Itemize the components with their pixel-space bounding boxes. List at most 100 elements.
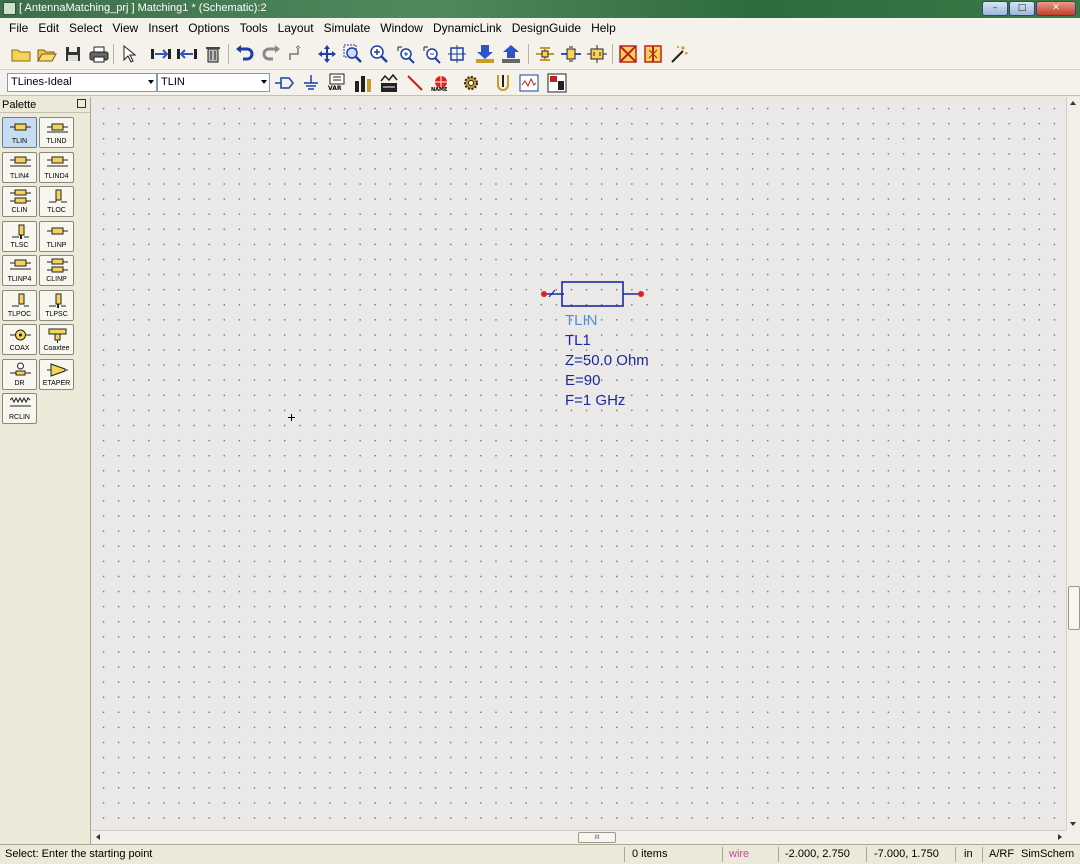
- menu-file[interactable]: File: [4, 18, 33, 38]
- pin-2-icon[interactable]: [638, 291, 644, 297]
- scroll-down-icon[interactable]: [1070, 822, 1076, 826]
- print-icon[interactable]: [88, 43, 110, 65]
- menu-designguide[interactable]: DesignGuide: [507, 18, 586, 38]
- menu-window[interactable]: Window: [375, 18, 428, 38]
- tlin-component[interactable]: [537, 279, 647, 309]
- vertical-scroll-thumb[interactable]: [1068, 586, 1080, 630]
- display-template-icon[interactable]: [378, 72, 400, 94]
- component-select[interactable]: TLIN: [157, 73, 270, 92]
- wire-icon[interactable]: [404, 72, 426, 94]
- insert-pin-icon[interactable]: [560, 43, 582, 65]
- coupled-line-icon: [47, 258, 68, 273]
- float-window-icon[interactable]: [77, 99, 86, 108]
- palette-item-tlinp4[interactable]: TLINP4: [2, 255, 37, 286]
- palette-item-label: TLINP: [46, 242, 67, 249]
- status-mode: wire: [729, 848, 750, 860]
- component-impedance-param[interactable]: Z=50.0 Ohm: [565, 351, 649, 371]
- palette-item-coaxtee[interactable]: Coaxtee: [39, 324, 74, 355]
- zoom-area-icon[interactable]: [446, 43, 468, 65]
- move-wire-icon[interactable]: [176, 43, 198, 65]
- insert-component-icon[interactable]: [586, 43, 608, 65]
- insert-port-icon[interactable]: [534, 43, 556, 65]
- palette-item-label: CLIN: [11, 207, 28, 214]
- palette-item-dr[interactable]: DR: [2, 359, 37, 390]
- palette-item-tloc[interactable]: TLOC: [39, 186, 74, 217]
- scroll-left-icon[interactable]: [96, 834, 100, 840]
- scroll-up-icon[interactable]: [1070, 101, 1076, 105]
- horizontal-scroll-thumb[interactable]: III: [578, 832, 616, 843]
- delete-trash-icon[interactable]: [202, 43, 224, 65]
- menu-simulate[interactable]: Simulate: [319, 18, 376, 38]
- palette-item-tlpoc[interactable]: TLPOC: [2, 290, 37, 321]
- status-item-count: 0 items: [632, 848, 668, 860]
- palette-item-tlsc[interactable]: TLSC: [2, 221, 37, 252]
- zoom-in-point-icon[interactable]: [394, 43, 416, 65]
- menu-view[interactable]: View: [107, 18, 143, 38]
- palette-item-tlin[interactable]: TLIN: [2, 117, 37, 148]
- menu-dynamiclink[interactable]: DynamicLink: [428, 18, 507, 38]
- component-instance-label[interactable]: TL1: [565, 331, 591, 351]
- tuning-icon[interactable]: [492, 72, 514, 94]
- open-folder-icon[interactable]: [36, 43, 58, 65]
- new-icon[interactable]: [10, 43, 32, 65]
- pan-move-icon[interactable]: [316, 43, 338, 65]
- redo-icon[interactable]: [260, 43, 282, 65]
- palette-item-tlind4[interactable]: TLIND4: [39, 152, 74, 183]
- undo-icon[interactable]: [234, 43, 256, 65]
- ground-icon[interactable]: [300, 72, 322, 94]
- palette-item-label: TLIND: [46, 138, 67, 145]
- palette-item-rclin[interactable]: RCLIN: [2, 393, 37, 424]
- move-component-icon[interactable]: [150, 43, 172, 65]
- menu-help[interactable]: Help: [586, 18, 621, 38]
- minimize-button[interactable]: –: [982, 1, 1008, 16]
- simulate-gear-icon[interactable]: [460, 72, 482, 94]
- menu-options[interactable]: Options: [183, 18, 234, 38]
- menu-layout[interactable]: Layout: [273, 18, 319, 38]
- palette-item-tlin4[interactable]: TLIN4: [2, 152, 37, 183]
- palette-item-label: TLINP4: [7, 276, 32, 283]
- layout-window-icon[interactable]: [546, 72, 568, 94]
- schematic-canvas[interactable]: TLIN TL1 Z=50.0 Ohm E=90 F=1 GHz: [92, 97, 1066, 830]
- insert-port-connector-icon[interactable]: [274, 72, 296, 94]
- close-button[interactable]: ✕: [1036, 1, 1076, 16]
- push-into-hierarchy-icon[interactable]: [474, 43, 496, 65]
- horizontal-scrollbar[interactable]: III: [92, 830, 1066, 844]
- pop-out-hierarchy-icon[interactable]: [500, 43, 522, 65]
- library-select[interactable]: TLines-Ideal: [7, 73, 157, 92]
- var-equation-icon[interactable]: VAR: [326, 72, 348, 94]
- menu-edit[interactable]: Edit: [33, 18, 64, 38]
- palette-item-tlinp[interactable]: TLINP: [39, 221, 74, 252]
- component-frequency-param[interactable]: F=1 GHz: [565, 391, 625, 411]
- app-icon[interactable]: [3, 2, 16, 15]
- palette-item-label: TLPOC: [7, 311, 32, 318]
- palette-item-clinp[interactable]: CLINP: [39, 255, 74, 286]
- palette-item-clin[interactable]: CLIN: [2, 186, 37, 217]
- maximize-button[interactable]: □: [1009, 1, 1035, 16]
- zoom-out-icon[interactable]: [420, 43, 442, 65]
- palette-item-tlind[interactable]: TLIND: [39, 117, 74, 148]
- bar-chart-display-icon[interactable]: [352, 72, 374, 94]
- select-arrow-icon[interactable]: [118, 43, 140, 65]
- dielectric-resonator-icon: [10, 362, 31, 376]
- magic-wand-icon[interactable]: [668, 43, 690, 65]
- palette-item-tlpsc[interactable]: TLPSC: [39, 290, 74, 321]
- rotate-icon[interactable]: [286, 43, 308, 65]
- short-component-icon[interactable]: [642, 43, 664, 65]
- palette-title: Palette: [2, 99, 37, 111]
- data-display-icon[interactable]: [518, 72, 540, 94]
- status-prompt: Select: Enter the starting point: [5, 848, 153, 860]
- menu-tools[interactable]: Tools: [235, 18, 273, 38]
- deactivate-icon[interactable]: [617, 43, 639, 65]
- scroll-right-icon[interactable]: [1058, 834, 1062, 840]
- save-icon[interactable]: [62, 43, 84, 65]
- component-electrical-length-param[interactable]: E=90: [565, 371, 600, 391]
- zoom-in-icon[interactable]: [368, 43, 390, 65]
- palette-item-etaper[interactable]: ETAPER: [39, 359, 74, 390]
- palette-item-coax[interactable]: COAX: [2, 324, 37, 355]
- menu-select[interactable]: Select: [64, 18, 107, 38]
- name-label-icon[interactable]: NAME: [430, 72, 452, 94]
- vertical-scrollbar[interactable]: [1066, 97, 1080, 830]
- zoom-fit-icon[interactable]: [342, 43, 364, 65]
- menu-insert[interactable]: Insert: [143, 18, 183, 38]
- pin-1-icon[interactable]: [541, 291, 547, 297]
